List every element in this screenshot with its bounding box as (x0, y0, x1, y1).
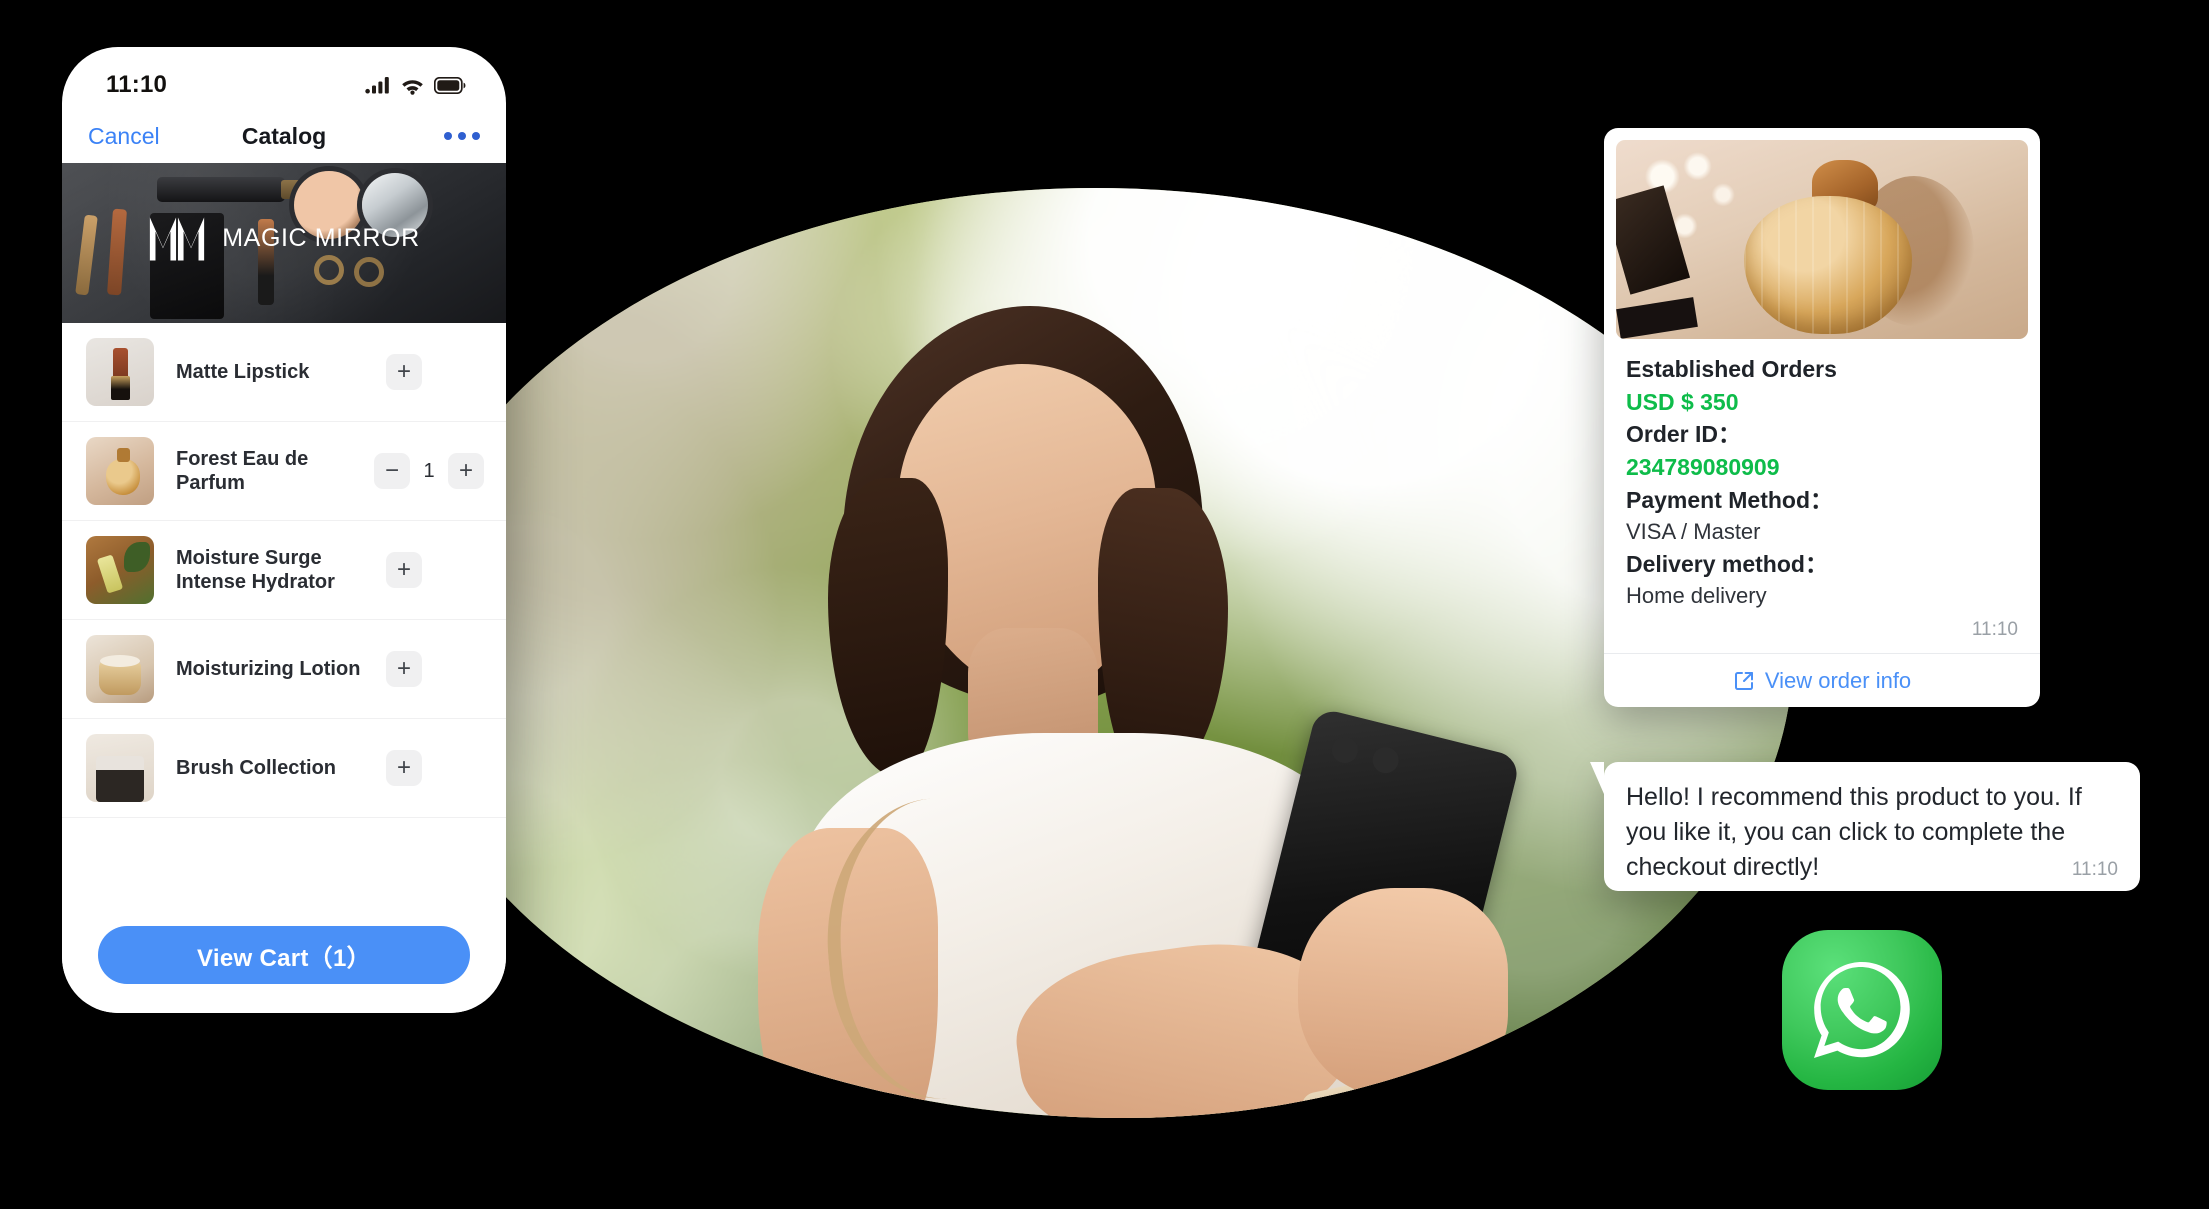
phone-status-bar: 11:10 (62, 47, 506, 109)
quantity-value: 1 (423, 459, 435, 482)
product-name: Brush Collection (176, 756, 337, 779)
product-thumbnail (86, 338, 154, 406)
status-bar-time: 11:10 (106, 71, 168, 98)
banner-ring-two (354, 257, 384, 287)
chat-message-bubble: Hello! I recommend this product to you. … (1604, 762, 2140, 891)
product-name: Moisturizing Lotion (176, 657, 361, 680)
figure-hand (1298, 888, 1508, 1098)
catalog-product-list[interactable]: Matte Lipstick + Forest Eau de Parfum − … (62, 323, 506, 897)
add-to-cart-button[interactable]: + (386, 552, 422, 588)
view-order-info-link[interactable]: View order info (1604, 653, 2040, 707)
screenshot-stage: 11:10 Cancel Catalog MAGIC MIRROR Matte … (0, 0, 2209, 1209)
cellular-signal-icon (365, 77, 389, 94)
delivery-method-label: Delivery method： (1626, 550, 1828, 577)
product-row[interactable]: Brush Collection + (62, 719, 506, 818)
dark-prop-two (1616, 297, 1698, 339)
add-to-cart-button[interactable]: + (386, 354, 422, 390)
add-to-cart-button[interactable]: + (386, 651, 422, 687)
product-name: Forest Eau de Parfum (176, 447, 309, 494)
delivery-method-value: Home delivery (1626, 583, 1767, 609)
more-options-icon[interactable] (444, 132, 480, 140)
brand-logo-lockup: MAGIC MIRROR (62, 215, 506, 261)
phone-mockup: 11:10 Cancel Catalog MAGIC MIRROR Matte … (62, 47, 506, 1013)
product-row[interactable]: Forest Eau de Parfum − 1 + (62, 422, 506, 521)
add-to-cart-button[interactable]: + (386, 750, 422, 786)
order-amount: USD $ 350 (1626, 388, 1739, 415)
status-bar-icons (365, 76, 466, 95)
payment-method-label: Payment Method： (1626, 486, 1834, 513)
perfume-bottle (1744, 196, 1912, 334)
battery-icon (434, 76, 466, 94)
order-timestamp: 11:10 (1971, 619, 2018, 641)
brand-name: MAGIC MIRROR (222, 223, 420, 252)
product-thumbnail (86, 635, 154, 703)
external-link-icon (1734, 671, 1753, 690)
product-quantity-controls: − 1 + (374, 453, 484, 489)
banner-mascara-tube (157, 177, 307, 202)
product-thumbnail (86, 536, 154, 604)
catalog-brand-banner: MAGIC MIRROR (62, 163, 506, 323)
product-quantity-controls: + (386, 552, 422, 588)
product-thumbnail (86, 734, 154, 802)
increase-quantity-button[interactable]: + (448, 453, 484, 489)
whatsapp-logo-icon (1782, 930, 1942, 1090)
wifi-icon (402, 79, 423, 95)
hero-lifestyle-photo (398, 188, 1793, 1118)
view-order-info-label: View order info (1764, 667, 1912, 693)
product-quantity-controls: + (386, 354, 422, 390)
product-thumbnail (86, 437, 154, 505)
product-row[interactable]: Moisturizing Lotion + (62, 620, 506, 719)
catalog-nav-bar: Cancel Catalog (62, 109, 506, 163)
product-quantity-controls: + (386, 750, 422, 786)
order-summary-card[interactable]: Established Orders USD $ 350 Order ID： 2… (1604, 128, 2040, 708)
product-name: Matte Lipstick (176, 360, 310, 383)
product-name: Moisture Surge Intense Hydrator (176, 546, 335, 593)
magic-mirror-monogram-icon (150, 217, 205, 261)
order-product-image (1616, 140, 2028, 339)
product-quantity-controls: + (386, 651, 422, 687)
payment-method-value: VISA / Master (1626, 519, 1761, 545)
product-row[interactable]: Moisture Surge Intense Hydrator + (62, 521, 506, 620)
product-row[interactable]: Matte Lipstick + (62, 323, 506, 422)
view-cart-button[interactable]: View Cart（1） (98, 926, 470, 984)
order-id-value: 234789080909 (1626, 453, 1780, 480)
order-id-label: Order ID： (1626, 421, 1742, 448)
cancel-button[interactable]: Cancel (88, 123, 160, 150)
whatsapp-glyph (1814, 962, 1910, 1058)
decrease-quantity-button[interactable]: − (374, 453, 410, 489)
order-title: Established Orders (1626, 356, 1837, 382)
order-details: Established Orders USD $ 350 Order ID： 2… (1604, 339, 2040, 617)
cart-action-bar: View Cart（1） (62, 897, 506, 1013)
